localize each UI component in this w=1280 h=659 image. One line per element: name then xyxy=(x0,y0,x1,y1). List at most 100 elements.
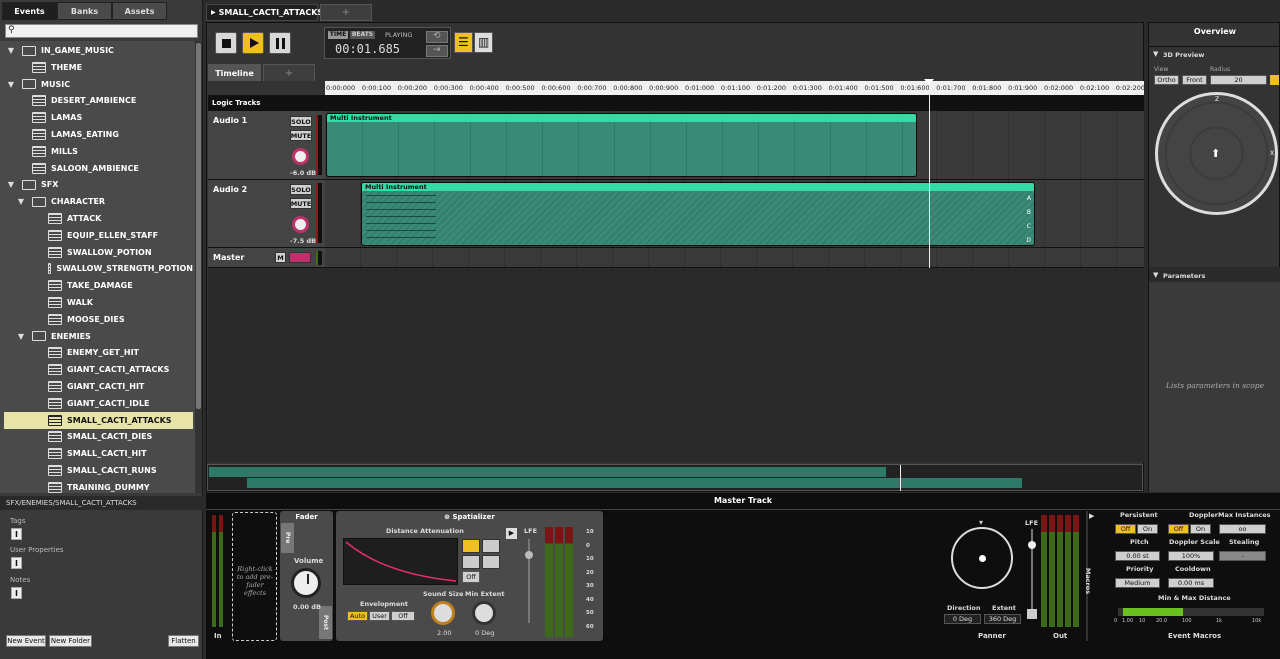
lane-audio-1[interactable]: Multi Instrument xyxy=(325,111,1144,180)
listener-arrow-icon[interactable]: ⬆ xyxy=(1211,147,1220,160)
expand-arrow-icon[interactable]: ▼ xyxy=(6,46,16,55)
multi-instrument-clip[interactable]: Multi Instrument xyxy=(326,113,917,177)
prefader-drop-zone[interactable]: Right-click to add pre-fader effects xyxy=(232,512,277,641)
mute-button[interactable]: MUTE xyxy=(290,130,312,141)
notes-add-button[interactable]: I xyxy=(11,587,22,599)
max-instances-input[interactable]: oo xyxy=(1219,524,1266,534)
volume-knob[interactable] xyxy=(292,216,309,233)
tree-folder[interactable]: ▼ SFX xyxy=(4,176,193,193)
tree-event[interactable]: WALK xyxy=(4,294,193,311)
tree-event[interactable]: ATTACK xyxy=(4,210,193,227)
track-audio-2[interactable]: Audio 2 SOLO MUTE -7.5 dB xyxy=(208,180,325,248)
min-extent-knob[interactable] xyxy=(472,601,496,625)
doppler-scale-input[interactable]: 100% xyxy=(1168,551,1214,561)
tree-event[interactable]: GIANT_CACTI_HIT xyxy=(4,378,193,395)
priority-select[interactable]: Medium xyxy=(1115,578,1160,588)
tree-event[interactable]: SMALL_CACTI_DIES xyxy=(4,428,193,445)
tab-timeline[interactable]: Timeline xyxy=(208,64,261,82)
stop-button[interactable] xyxy=(215,32,237,54)
stealing-select[interactable]: - xyxy=(1219,551,1266,561)
tab-small-cacti-attacks[interactable]: ▶ SMALL_CACTI_ATTACKS xyxy=(206,4,323,21)
user-properties-add-button[interactable]: I xyxy=(11,557,22,569)
speaker-icon[interactable] xyxy=(1027,609,1037,619)
timeline-ruler[interactable]: 0:00:000 0:00:100 0:00:200 0:00:300 0:00:400… xyxy=(325,81,1145,95)
front-button[interactable]: Front xyxy=(1182,75,1207,85)
track-audio-1[interactable]: Audio 1 SOLO MUTE -6.0 dB xyxy=(208,111,325,180)
lane-master[interactable] xyxy=(325,248,1144,268)
mute-button[interactable]: M xyxy=(275,252,286,263)
tree-folder[interactable]: ▼ MUSIC xyxy=(4,76,193,93)
tags-add-button[interactable]: I xyxy=(11,528,22,540)
tree-folder[interactable]: ▼ ENEMIES xyxy=(4,328,193,345)
doppler-on-button[interactable]: On xyxy=(1190,524,1211,534)
tree-event[interactable]: SMALL_CACTI_HIT xyxy=(4,445,193,462)
radius-input[interactable]: 20 xyxy=(1210,75,1267,85)
tab-banks[interactable]: Banks xyxy=(57,2,112,20)
timeline-overview[interactable] xyxy=(207,464,1143,491)
volume-knob[interactable] xyxy=(291,568,321,598)
tree-event[interactable]: LAMAS xyxy=(4,109,193,126)
extent-input[interactable]: 360 Deg xyxy=(984,614,1021,624)
scrollbar-thumb[interactable] xyxy=(196,43,201,409)
expand-arrow-icon[interactable]: ▼ xyxy=(6,80,16,89)
lane-audio-2[interactable]: Multi Instrument A B C D xyxy=(325,180,1144,248)
tree-event[interactable]: THEME xyxy=(4,59,193,76)
add-parameter-tab-button[interactable]: + xyxy=(263,64,315,82)
sound-size-knob[interactable] xyxy=(431,601,455,625)
play-button[interactable] xyxy=(242,32,264,54)
persistent-on-button[interactable]: On xyxy=(1137,524,1158,534)
search-input[interactable]: ⚲ xyxy=(5,24,198,38)
envelopment-auto-button[interactable]: Auto xyxy=(347,611,368,621)
tab-events[interactable]: Events xyxy=(2,2,57,20)
expand-arrow-icon[interactable]: ▼ xyxy=(16,332,26,341)
time-toggle[interactable]: TIME xyxy=(328,31,348,39)
curve-inverse-tapered-button[interactable] xyxy=(482,555,500,569)
playhead-marker[interactable] xyxy=(924,79,934,85)
new-folder-button[interactable]: New Folder xyxy=(49,635,92,647)
tree-event[interactable]: SMALL_CACTI_ATTACKS xyxy=(4,411,193,429)
list-view-button[interactable]: ☰ xyxy=(454,32,473,53)
envelopment-off-button[interactable]: Off xyxy=(391,611,415,621)
tree-event[interactable]: LAMAS_EATING xyxy=(4,126,193,143)
tree-event[interactable]: TRAINING_DUMMY xyxy=(4,479,193,493)
solo-button[interactable]: SOLO xyxy=(290,184,312,195)
play-icon[interactable]: ▶ xyxy=(506,528,517,539)
track-master[interactable]: Master M xyxy=(208,248,325,268)
tree-scrollbar[interactable] xyxy=(195,41,202,493)
beats-toggle[interactable]: BEATS xyxy=(350,31,375,39)
expand-arrow-icon[interactable]: ▼ xyxy=(16,197,26,206)
solo-button[interactable]: SOLO xyxy=(290,116,312,127)
tree-event[interactable]: SMALL_CACTI_RUNS xyxy=(4,462,193,479)
expand-icon[interactable]: ▼ xyxy=(1153,50,1158,58)
cooldown-input[interactable]: 0.00 ms xyxy=(1168,578,1214,588)
tree-event[interactable]: SWALLOW_STRENGTH_POTION xyxy=(4,260,193,277)
expand-arrow-icon[interactable]: ▼ xyxy=(6,180,16,189)
tree-event[interactable]: GIANT_CACTI_ATTACKS xyxy=(4,361,193,378)
follow-button[interactable]: ⇥ xyxy=(426,45,448,57)
volume-knob[interactable] xyxy=(292,148,309,165)
envelopment-user-button[interactable]: User xyxy=(369,611,390,621)
lfe-slider[interactable] xyxy=(525,539,533,623)
curve-inverse-button[interactable] xyxy=(462,555,480,569)
play-icon[interactable]: ▶ xyxy=(1089,512,1094,520)
3d-preview-sphere[interactable]: Z X ⬆ xyxy=(1155,92,1278,215)
master-volume-slider[interactable] xyxy=(289,252,311,263)
new-event-button[interactable]: New Event xyxy=(6,635,46,647)
tree-folder[interactable]: ▼ CHARACTER xyxy=(4,193,193,210)
playhead[interactable] xyxy=(924,79,934,268)
new-tab-button[interactable]: + xyxy=(320,4,372,21)
tree-folder[interactable]: ▼ IN_GAME_MUSIC xyxy=(4,42,193,59)
lfe-slider[interactable] xyxy=(1028,529,1036,609)
curve-linear-squared-button[interactable] xyxy=(462,539,480,553)
tree-event[interactable]: SALOON_AMBIENCE xyxy=(4,160,193,177)
panner-circle[interactable] xyxy=(951,527,1013,589)
direction-input[interactable]: 0 Deg xyxy=(944,614,981,624)
tree-event[interactable]: MOOSE_DIES xyxy=(4,311,193,328)
grid-view-button[interactable]: ▥ xyxy=(474,32,493,53)
attenuation-curve[interactable] xyxy=(343,538,458,585)
persistent-off-button[interactable]: Off xyxy=(1115,524,1136,534)
flatten-button[interactable]: Flatten xyxy=(168,635,199,647)
tree-event[interactable]: DESERT_AMBIENCE xyxy=(4,92,193,109)
multi-instrument-clip[interactable]: Multi Instrument A B C D xyxy=(361,182,1035,246)
ortho-button[interactable]: Ortho xyxy=(1154,75,1179,85)
